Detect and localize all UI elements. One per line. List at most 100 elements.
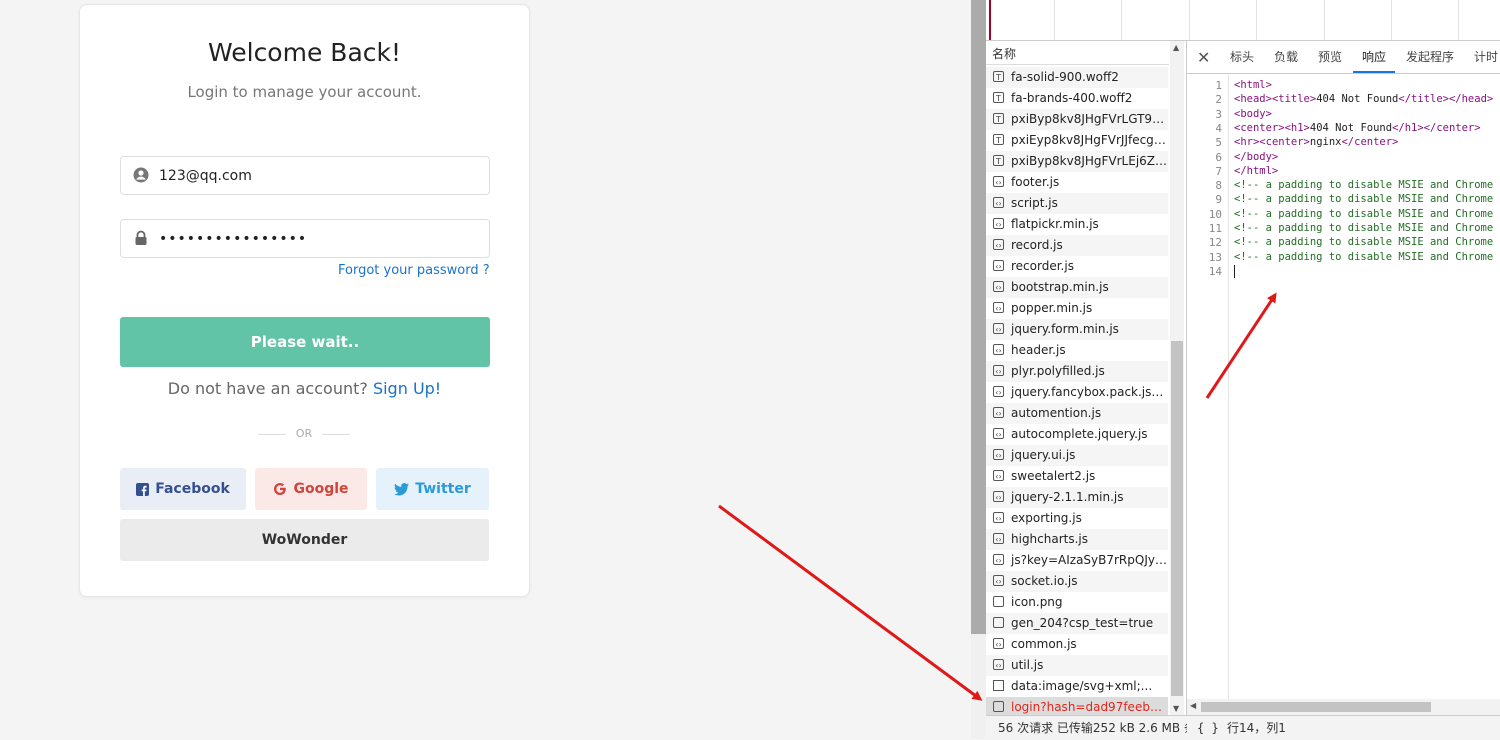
login-submit-button[interactable]: Please wait.. (120, 317, 490, 367)
response-panel: ✕ 标头 负载 预览 响应 发起程序 计时 1 2 3 4 5 6 7 8 9 10 11 12 13 1… (1187, 41, 1500, 715)
request-row[interactable]: TpxiByp8kv8JHgFVrLGT9Z1xl... (986, 109, 1168, 130)
tab-preview[interactable]: 预览 (1318, 41, 1342, 73)
request-row[interactable]: ‹› script.js (986, 193, 1168, 214)
password-input[interactable] (159, 220, 479, 257)
request-row[interactable]: Tfa-brands-400.woff2 (986, 88, 1168, 109)
document-icon (993, 680, 1004, 691)
response-code[interactable]: <html> <head><title>404 Not Found</title>… (1234, 74, 1500, 699)
request-name: fa-brands-400.woff2 (1011, 91, 1133, 105)
request-list-scrollbar[interactable]: ▲ ▼ (1170, 41, 1184, 715)
scrollbar-thumb[interactable] (1171, 341, 1183, 696)
request-name: footer.js (1011, 175, 1060, 189)
tab-timing[interactable]: 计时 (1474, 41, 1498, 73)
timeline-grid-line (1458, 0, 1459, 40)
request-row[interactable]: ‹› bootstrap.min.js (986, 277, 1168, 298)
pretty-print-button[interactable]: { } (1197, 716, 1219, 740)
script-icon: ‹› (993, 176, 1004, 187)
script-icon: ‹› (993, 197, 1004, 208)
request-row[interactable]: ‹› recorder.js (986, 256, 1168, 277)
hscrollbar-thumb[interactable] (1201, 702, 1431, 712)
line-number: 3 (1215, 107, 1222, 121)
code-line: </html> (1234, 164, 1279, 177)
request-row[interactable]: ‹› socket.io.js (986, 571, 1168, 592)
generic-icon (993, 617, 1004, 628)
details-tabs: ✕ 标头 负载 预览 响应 发起程序 计时 (1187, 41, 1500, 74)
line-number: 6 (1215, 150, 1222, 164)
tab-headers[interactable]: 标头 (1230, 41, 1254, 73)
timeline-grid-line (1324, 0, 1325, 40)
scroll-up-icon[interactable]: ▲ (1173, 43, 1179, 52)
request-row[interactable]: icon.png (986, 592, 1168, 613)
script-icon: ‹› (993, 281, 1004, 292)
request-row[interactable]: data:image/svg+xml;... (986, 676, 1168, 697)
request-row[interactable]: ‹› js?key=AIzaSyB7rRpQJyQJZ... (986, 550, 1168, 571)
request-row[interactable]: ‹› exporting.js (986, 508, 1168, 529)
line-number: 7 (1215, 164, 1222, 178)
request-row[interactable]: TpxiByp8kv8JHgFVrLEj6Z1xlF... (986, 151, 1168, 172)
code-line: <!-- a padding to disable MSIE and Chrom… (1234, 222, 1494, 234)
tab-payload[interactable]: 负载 (1274, 41, 1298, 73)
request-name: pxiByp8kv8JHgFVrLEj6Z1xlF... (1011, 154, 1168, 168)
request-name: bootstrap.min.js (1011, 280, 1109, 294)
password-field[interactable] (120, 219, 490, 258)
twitter-login-button[interactable]: Twitter (376, 468, 489, 510)
signup-link[interactable]: Sign Up! (373, 379, 441, 398)
forgot-password-link[interactable]: Forgot your password ? (338, 263, 490, 278)
request-rows: Tfa-solid-900.woff2 Tfa-brands-400.woff2 T… (986, 67, 1168, 718)
script-icon: ‹› (993, 386, 1004, 397)
page-scrollbar-track (971, 634, 986, 739)
request-row[interactable]: ‹› header.js (986, 340, 1168, 361)
request-row[interactable]: ‹› popper.min.js (986, 298, 1168, 319)
no-account-label: Do not have an account? (167, 379, 373, 398)
scroll-left-icon[interactable]: ◀ (1190, 701, 1196, 710)
request-row[interactable]: ‹› jquery.form.min.js (986, 319, 1168, 340)
request-row[interactable]: ‹› flatpickr.min.js (986, 214, 1168, 235)
request-row[interactable]: ‹› common.js (986, 634, 1168, 655)
or-divider: OR (258, 427, 350, 441)
facebook-login-button[interactable]: Facebook (120, 468, 246, 510)
request-row[interactable]: ‹› plyr.polyfilled.js (986, 361, 1168, 382)
request-row[interactable]: ‹› jquery.ui.js (986, 445, 1168, 466)
request-row[interactable]: ‹› jquery-2.1.1.min.js (986, 487, 1168, 508)
request-row[interactable]: ‹› sweetalert2.js (986, 466, 1168, 487)
email-field[interactable] (120, 156, 490, 195)
request-name: jquery-2.1.1.min.js (1011, 490, 1124, 504)
request-name: util.js (1011, 658, 1044, 672)
request-row[interactable]: ‹› footer.js (986, 172, 1168, 193)
request-name: js?key=AIzaSyB7rRpQJyQJZ... (1011, 553, 1168, 567)
request-name: common.js (1011, 637, 1077, 651)
google-login-button[interactable]: Google (255, 468, 367, 510)
request-row[interactable]: TpxiEyp8kv8JHgFVrJJfecg.wo... (986, 130, 1168, 151)
request-row[interactable]: Tfa-solid-900.woff2 (986, 67, 1168, 88)
script-icon: ‹› (993, 218, 1004, 229)
divider-line-right (322, 434, 350, 435)
request-row[interactable]: ‹› record.js (986, 235, 1168, 256)
tab-response[interactable]: 响应 (1353, 41, 1396, 73)
request-row[interactable]: ‹› highcharts.js (986, 529, 1168, 550)
request-name: plyr.polyfilled.js (1011, 364, 1105, 378)
request-row[interactable]: gen_204?csp_test=true (986, 613, 1168, 634)
response-hscrollbar[interactable]: ◀ (1187, 699, 1500, 715)
generic-icon (993, 701, 1004, 712)
scroll-down-icon[interactable]: ▼ (1173, 704, 1179, 713)
close-icon[interactable]: ✕ (1197, 48, 1210, 67)
request-row[interactable]: ‹› jquery.fancybox.pack.js?v=2... (986, 382, 1168, 403)
page-scrollbar-thumb[interactable] (971, 0, 986, 634)
line-number: 10 (1208, 207, 1222, 221)
request-row[interactable]: ‹› autocomplete.jquery.js (986, 424, 1168, 445)
name-column-header[interactable]: 名称 (986, 41, 1169, 65)
request-row[interactable]: ‹› automention.js (986, 403, 1168, 424)
tab-initiator[interactable]: 发起程序 (1406, 41, 1454, 73)
wowonder-login-button[interactable]: WoWonder (120, 519, 489, 561)
lock-icon (135, 230, 147, 245)
request-row[interactable]: ‹› util.js (986, 655, 1168, 676)
timeline-grid-line (1256, 0, 1257, 40)
script-icon: ‹› (993, 449, 1004, 460)
request-name: flatpickr.min.js (1011, 217, 1099, 231)
code-line: <body> (1234, 107, 1272, 120)
transferred-text: 已传输252 kB (1056, 721, 1135, 735)
request-name: icon.png (1011, 595, 1063, 609)
email-input[interactable] (159, 157, 479, 194)
line-number: 5 (1215, 136, 1222, 150)
script-icon: ‹› (993, 491, 1004, 502)
